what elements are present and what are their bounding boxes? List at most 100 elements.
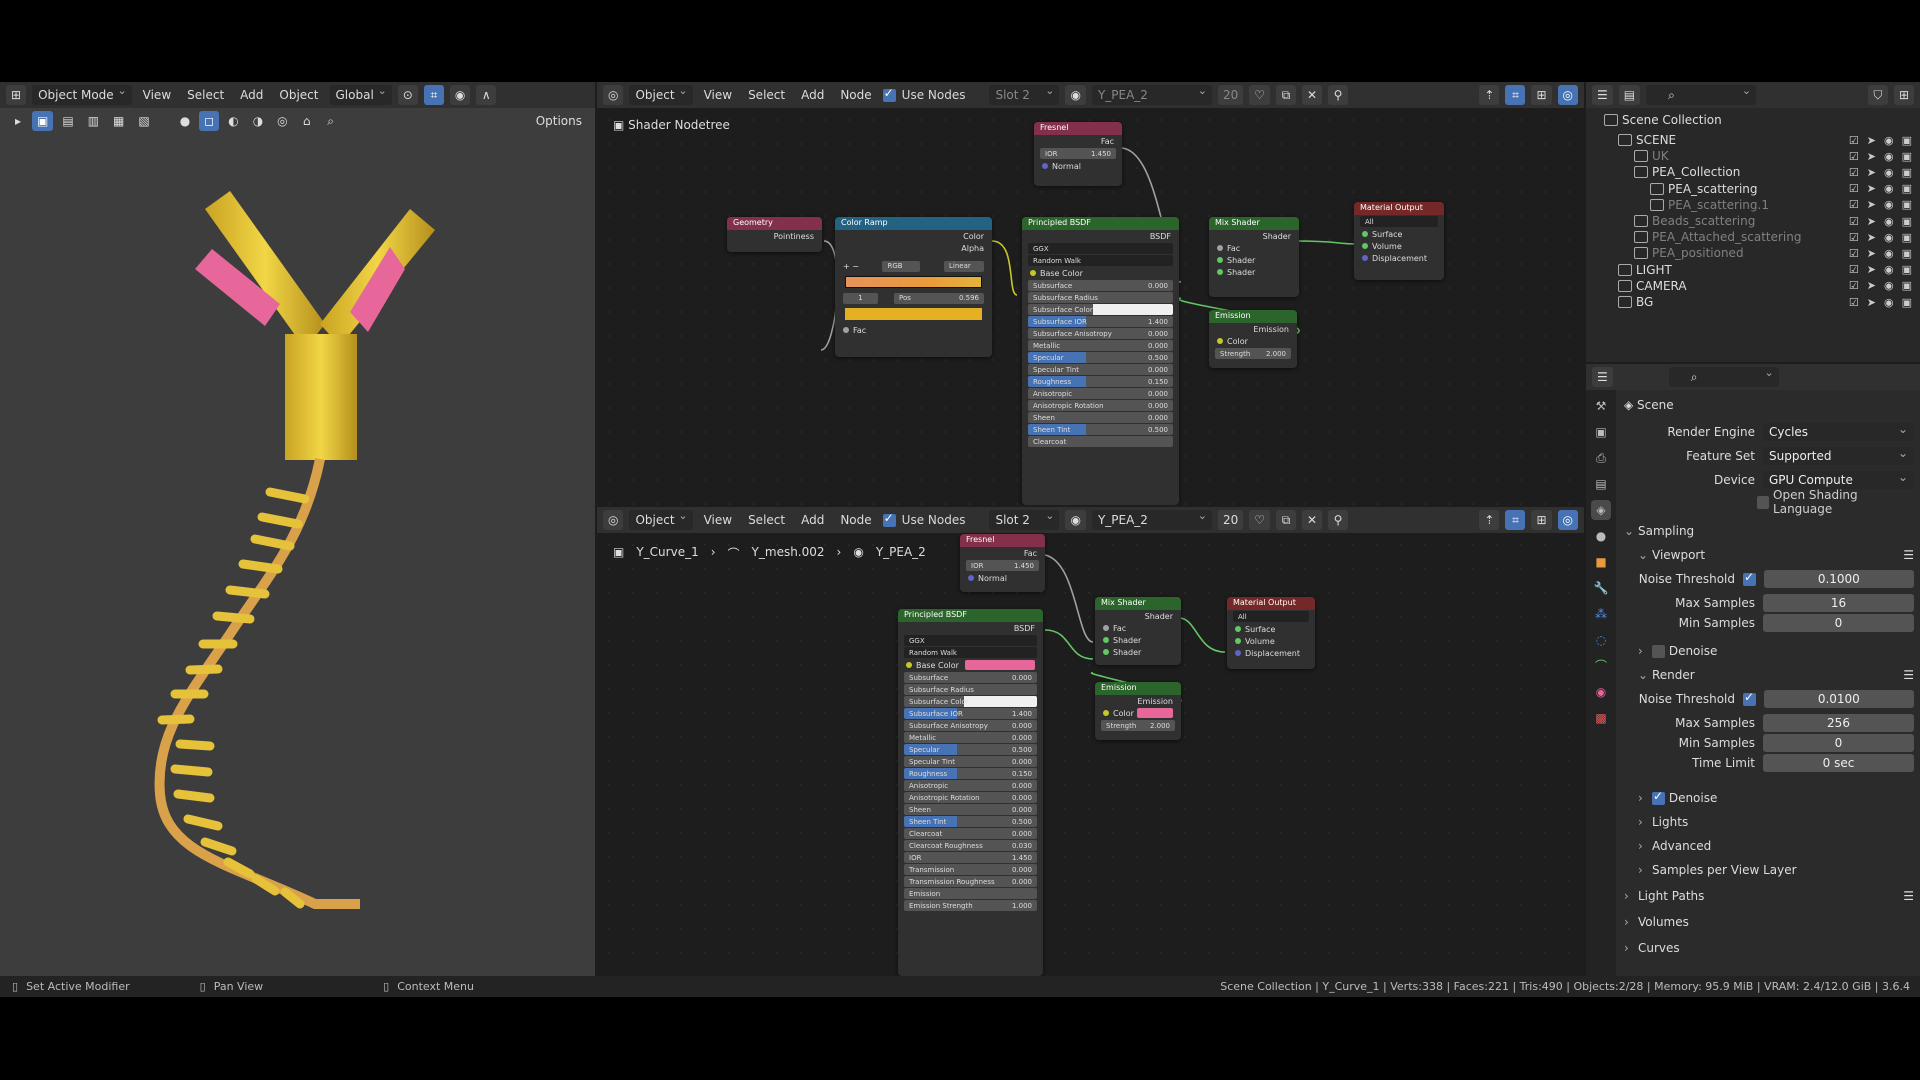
socket-emission-out[interactable]: Emission: [1095, 695, 1181, 707]
mode-select[interactable]: Object Mode: [32, 84, 132, 105]
select-arrow-icon[interactable]: ➤: [1867, 198, 1876, 211]
ramp-gradient[interactable]: [845, 276, 982, 288]
texture-tab-icon[interactable]: ▩: [1591, 708, 1611, 728]
output-target-select[interactable]: All: [1360, 216, 1438, 227]
bsdf-field-subsurface-anisotropy[interactable]: Subsurface Anisotropy 0.000: [904, 720, 1037, 731]
vp-noise-checkbox[interactable]: [1743, 570, 1756, 586]
select-invert-icon[interactable]: ▦: [108, 111, 130, 131]
viewport-search-icon[interactable]: ⌕: [320, 111, 341, 131]
subsurface-method-select[interactable]: Random Walk: [1028, 255, 1173, 266]
select-arrow-icon[interactable]: ➤: [1867, 279, 1876, 292]
menu-object[interactable]: Object: [274, 88, 323, 102]
list-icon[interactable]: ☰: [1903, 668, 1914, 682]
socket-shader-out[interactable]: Shader: [1209, 230, 1299, 242]
eye-icon[interactable]: ◉: [1884, 166, 1894, 179]
socket-bsdf-out[interactable]: BSDF: [1022, 230, 1179, 242]
particles-tab-icon[interactable]: ⁂: [1591, 604, 1611, 624]
render-tab-icon[interactable]: ▣: [1591, 422, 1611, 442]
antibody-model[interactable]: [0, 134, 595, 974]
proportional-icon[interactable]: ◉: [449, 85, 471, 105]
camera-icon[interactable]: ▣: [1902, 215, 1912, 228]
eye-icon[interactable]: ◉: [1884, 182, 1894, 195]
eye-icon[interactable]: ◉: [1884, 134, 1894, 147]
editor-type-icon[interactable]: ⊞: [6, 85, 27, 105]
eye-icon[interactable]: ◉: [1884, 247, 1894, 260]
r-time-field[interactable]: 0 sec: [1763, 754, 1914, 772]
bsdf-field-specular-tint[interactable]: Specular Tint 0.000: [904, 756, 1037, 767]
menu-select[interactable]: Select: [182, 88, 229, 102]
node-color-ramp[interactable]: Color Ramp Color Alpha + − RGB Linear 1 …: [835, 217, 992, 357]
select-box-icon[interactable]: ▣: [32, 111, 54, 131]
bsdf-field-anisotropic[interactable]: Anisotropic 0.000: [904, 780, 1037, 791]
filter-icon[interactable]: ⛉: [1867, 85, 1888, 105]
socket-shader-2[interactable]: Shader: [1095, 646, 1181, 658]
node-geometry[interactable]: Geometry Pointiness: [727, 217, 822, 252]
distribution-select[interactable]: GGX: [1028, 243, 1173, 254]
vp-noise-field[interactable]: 0.1000: [1763, 570, 1914, 588]
strength-field[interactable]: Strength 2.000: [1101, 720, 1175, 731]
bsdf-field-subsurface-color[interactable]: Subsurface Color: [904, 696, 1037, 707]
bsdf-field-subsurface[interactable]: Subsurface 0.000: [904, 672, 1037, 683]
shading-solid-icon[interactable]: ●: [174, 111, 196, 131]
bsdf-field-roughness[interactable]: Roughness 0.150: [904, 768, 1037, 779]
node-mix-shader[interactable]: Mix Shader Shader Fac Shader Shader: [1095, 597, 1181, 665]
select-arrow-icon[interactable]: ➤: [1867, 182, 1876, 195]
menu-add[interactable]: Add: [235, 88, 268, 102]
shading-wire-icon[interactable]: ◻: [199, 111, 220, 131]
eye-icon[interactable]: ◉: [1884, 296, 1894, 309]
node-mix-shader[interactable]: Mix Shader Shader Fac Shader Shader: [1209, 217, 1299, 297]
bsdf-field-specular[interactable]: Specular 0.500: [1028, 352, 1173, 363]
strength-field[interactable]: Strength 2.000: [1215, 348, 1291, 359]
bsdf-field-roughness[interactable]: Roughness 0.150: [1028, 376, 1173, 387]
socket-base-color[interactable]: Base Color: [1022, 267, 1179, 279]
vp-min-field[interactable]: 0: [1763, 614, 1914, 632]
socket-fac[interactable]: Fac: [1209, 242, 1299, 254]
vp-denoise-header[interactable]: › Denoise: [1638, 640, 1914, 662]
socket-color[interactable]: Color: [1209, 335, 1297, 347]
camera-icon[interactable]: ▣: [1902, 150, 1912, 163]
overlay-icon[interactable]: ◎: [272, 111, 293, 131]
socket-fac-out[interactable]: Fac: [960, 547, 1045, 559]
ramp-index[interactable]: 1: [843, 292, 878, 304]
select-arrow-icon[interactable]: ➤: [1867, 231, 1876, 244]
list-icon[interactable]: ☰: [1903, 889, 1914, 903]
socket-shader-1[interactable]: Shader: [1209, 254, 1299, 266]
osl-checkbox[interactable]: [1756, 495, 1770, 509]
camera-icon[interactable]: ▣: [1902, 247, 1912, 260]
socket-volume[interactable]: Volume: [1227, 635, 1315, 647]
bsdf-field-metallic[interactable]: Metallic 0.000: [904, 732, 1037, 743]
include-checkbox-icon[interactable]: ☑: [1849, 247, 1859, 260]
render-engine-select[interactable]: Cycles: [1763, 422, 1914, 441]
properties-search-input[interactable]: ⌕: [1668, 366, 1779, 387]
shading-material-icon[interactable]: ◐: [223, 111, 244, 131]
render-subpanel-header[interactable]: ⌄ Render ☰: [1638, 664, 1914, 686]
new-collection-icon[interactable]: ⊞: [1893, 85, 1914, 105]
bsdf-field-clearcoat[interactable]: Clearcoat: [1028, 436, 1173, 447]
world-tab-icon[interactable]: ●: [1591, 526, 1611, 546]
bsdf-field-specular[interactable]: Specular 0.500: [904, 744, 1037, 755]
bsdf-field-subsurface-ior[interactable]: Subsurface IOR 1.400: [904, 708, 1037, 719]
node-principled-bsdf[interactable]: Principled BSDF BSDF GGX Random Walk Bas…: [1022, 217, 1179, 505]
physics-tab-icon[interactable]: ◌: [1591, 630, 1611, 650]
socket-shader-out[interactable]: Shader: [1095, 610, 1181, 622]
bsdf-field-sheen[interactable]: Sheen 0.000: [904, 804, 1037, 815]
node-principled-bsdf[interactable]: Principled BSDF BSDF GGX Random Walk Bas…: [898, 609, 1043, 976]
object-tab-icon[interactable]: ■: [1591, 552, 1611, 572]
ior-field[interactable]: IOR 1.450: [1040, 148, 1116, 159]
socket-normal[interactable]: Normal: [1034, 160, 1122, 172]
ior-field[interactable]: IOR 1.450: [966, 560, 1039, 571]
bsdf-field-transmission-roughness[interactable]: Transmission Roughness 0.000: [904, 876, 1037, 887]
include-checkbox-icon[interactable]: ☑: [1849, 263, 1859, 276]
bsdf-field-anisotropic[interactable]: Anisotropic 0.000: [1028, 388, 1173, 399]
bsdf-field-clearcoat-roughness[interactable]: Clearcoat Roughness 0.030: [904, 840, 1037, 851]
node-editor-bottom[interactable]: ◎ Object View Select Add Node Use Nodes …: [597, 507, 1584, 976]
bsdf-field-metallic[interactable]: Metallic 0.000: [1028, 340, 1173, 351]
socket-normal[interactable]: Normal: [960, 572, 1045, 584]
socket-fac-in[interactable]: Fac: [835, 324, 992, 336]
subsurface-method-select[interactable]: Random Walk: [904, 647, 1037, 658]
bsdf-field-sheen[interactable]: Sheen 0.000: [1028, 412, 1173, 423]
bsdf-field-subsurface-ior[interactable]: Subsurface IOR 1.400: [1028, 316, 1173, 327]
bsdf-field-anisotropic-rotation[interactable]: Anisotropic Rotation 0.000: [904, 792, 1037, 803]
select-arrow-icon[interactable]: ➤: [1867, 296, 1876, 309]
include-checkbox-icon[interactable]: ☑: [1849, 231, 1859, 244]
